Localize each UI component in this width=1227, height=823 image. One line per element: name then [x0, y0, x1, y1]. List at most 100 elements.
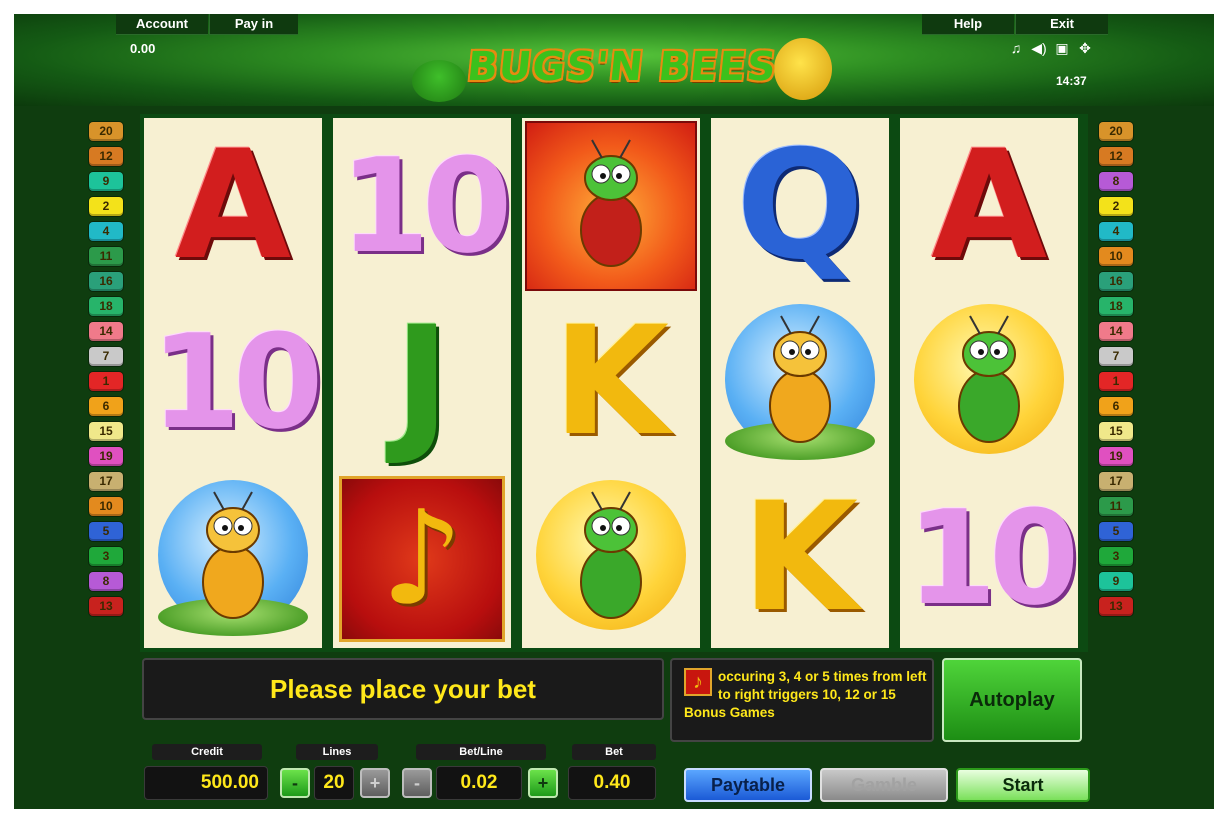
- payline-left-3[interactable]: 3: [89, 547, 123, 566]
- music-icon[interactable]: ♫: [1008, 40, 1024, 56]
- symbol-10: 10: [900, 470, 1080, 646]
- symbol-bug: [711, 294, 889, 470]
- symbol-10-glyph: 10: [906, 482, 1080, 634]
- payline-left-15[interactable]: 15: [89, 422, 123, 441]
- payline-right-11[interactable]: 11: [1099, 497, 1133, 516]
- payline-right-19[interactable]: 19: [1099, 447, 1133, 466]
- bet-line-value: 0.02: [436, 766, 522, 800]
- symbol-A-glyph: A: [930, 119, 1048, 293]
- payline-left-17[interactable]: 17: [89, 472, 123, 491]
- payline-left-10[interactable]: 10: [89, 497, 123, 516]
- symbol-note: ♪: [333, 470, 511, 646]
- symbol-A: A: [900, 118, 1078, 294]
- symbol-caterpillar: [522, 470, 700, 646]
- pay-in-button[interactable]: Pay in: [209, 14, 298, 35]
- bet-line-minus-button[interactable]: -: [402, 768, 432, 798]
- note-icon: ♪: [684, 668, 712, 696]
- bonus-info-text: occuring 3, 4 or 5 times from left to ri…: [684, 669, 927, 720]
- payline-left-5[interactable]: 5: [89, 522, 123, 541]
- payline-right-3[interactable]: 3: [1099, 547, 1133, 566]
- symbol-10: 10: [144, 294, 324, 470]
- control-panel: Please place your bet ♪ occuring 3, 4 or…: [140, 656, 1090, 802]
- screen-icon[interactable]: ▣: [1054, 40, 1070, 56]
- fullscreen-icon[interactable]: ✥: [1077, 40, 1093, 56]
- symbol-J: J: [333, 294, 511, 470]
- lines-value: 20: [314, 766, 354, 800]
- lines-plus-button[interactable]: +: [360, 768, 390, 798]
- bet-label: Bet: [572, 744, 656, 760]
- status-message: Please place your bet: [142, 658, 664, 720]
- payline-indicators-right: 20 12 8 2 4 10 16 18 14 7 1 6 15 19 17 11 5 3 9 13: [1097, 122, 1135, 622]
- symbol-bug: [144, 470, 322, 646]
- speaker-icon[interactable]: ◀): [1031, 40, 1047, 56]
- payline-left-7[interactable]: 7: [89, 347, 123, 366]
- symbol-10: 10: [333, 118, 513, 294]
- payline-right-20[interactable]: 20: [1099, 122, 1133, 141]
- top-bar: Account Pay in Help Exit 0.00 ♫ ◀) ▣ ✥ 1…: [14, 14, 1214, 106]
- payline-left-13[interactable]: 13: [89, 597, 123, 616]
- payline-indicators-left: 20 12 9 2 4 11 16 18 14 7 1 6 15 19 17 10 5 3 8 13: [87, 122, 125, 622]
- payline-left-14[interactable]: 14: [89, 322, 123, 341]
- bet-value: 0.40: [568, 766, 656, 800]
- reel-4: QK: [711, 118, 889, 648]
- payline-left-16[interactable]: 16: [89, 272, 123, 291]
- payline-right-14[interactable]: 14: [1099, 322, 1133, 341]
- reel-2: 10 J ♪: [333, 118, 513, 648]
- payline-left-4[interactable]: 4: [89, 222, 123, 241]
- symbol-10-glyph: 10: [339, 130, 513, 282]
- symbol-K: K: [711, 470, 889, 646]
- help-button[interactable]: Help: [922, 14, 1014, 35]
- payline-left-2[interactable]: 2: [89, 197, 123, 216]
- exit-button[interactable]: Exit: [1015, 14, 1108, 35]
- symbol-K-glyph: K: [552, 295, 670, 469]
- symbol-K: K: [522, 294, 700, 470]
- payline-right-15[interactable]: 15: [1099, 422, 1133, 441]
- payline-right-1[interactable]: 1: [1099, 372, 1133, 391]
- payline-right-18[interactable]: 18: [1099, 297, 1133, 316]
- payline-left-8[interactable]: 8: [89, 572, 123, 591]
- symbol-Q-glyph: Q: [736, 119, 864, 293]
- credit-value: 500.00: [144, 766, 268, 800]
- symbol-10-glyph: 10: [150, 306, 324, 458]
- game-logo: BUGS'N BEES: [464, 44, 780, 90]
- music-note-icon: ♪: [380, 482, 464, 634]
- payline-left-1[interactable]: 1: [89, 372, 123, 391]
- lines-minus-button[interactable]: -: [280, 768, 310, 798]
- account-button[interactable]: Account: [116, 14, 208, 35]
- autoplay-button[interactable]: Autoplay: [942, 658, 1082, 742]
- paytable-button[interactable]: Paytable: [684, 768, 812, 802]
- payline-left-6[interactable]: 6: [89, 397, 123, 416]
- symbol-A-glyph: A: [174, 119, 292, 293]
- account-balance: 0.00: [130, 41, 156, 56]
- settings-icons: ♫ ◀) ▣ ✥: [1008, 40, 1093, 56]
- payline-left-19[interactable]: 19: [89, 447, 123, 466]
- payline-left-11[interactable]: 11: [89, 247, 123, 266]
- payline-right-17[interactable]: 17: [1099, 472, 1133, 491]
- payline-left-9[interactable]: 9: [89, 172, 123, 191]
- payline-right-13[interactable]: 13: [1099, 597, 1133, 616]
- payline-right-9[interactable]: 9: [1099, 572, 1133, 591]
- payline-right-6[interactable]: 6: [1099, 397, 1133, 416]
- payline-right-8[interactable]: 8: [1099, 172, 1133, 191]
- reel-5: A 10: [900, 118, 1080, 648]
- payline-right-12[interactable]: 12: [1099, 147, 1133, 166]
- payline-left-18[interactable]: 18: [89, 297, 123, 316]
- symbol-ladybird: [522, 118, 700, 294]
- gamble-button[interactable]: Gamble: [820, 768, 948, 802]
- payline-left-12[interactable]: 12: [89, 147, 123, 166]
- payline-right-2[interactable]: 2: [1099, 197, 1133, 216]
- symbol-Q: Q: [711, 118, 889, 294]
- bet-line-plus-button[interactable]: +: [528, 768, 558, 798]
- payline-right-7[interactable]: 7: [1099, 347, 1133, 366]
- payline-right-16[interactable]: 16: [1099, 272, 1133, 291]
- reel-area: A 10 10 J ♪ K Q K A 10: [140, 114, 1088, 652]
- payline-right-5[interactable]: 5: [1099, 522, 1133, 541]
- bet-line-label: Bet/Line: [416, 744, 546, 760]
- lines-label: Lines: [296, 744, 378, 760]
- payline-left-20[interactable]: 20: [89, 122, 123, 141]
- clock: 14:37: [1056, 74, 1087, 88]
- payline-right-10[interactable]: 10: [1099, 247, 1133, 266]
- bonus-info: ♪ occuring 3, 4 or 5 times from left to …: [670, 658, 934, 742]
- start-button[interactable]: Start: [956, 768, 1090, 802]
- payline-right-4[interactable]: 4: [1099, 222, 1133, 241]
